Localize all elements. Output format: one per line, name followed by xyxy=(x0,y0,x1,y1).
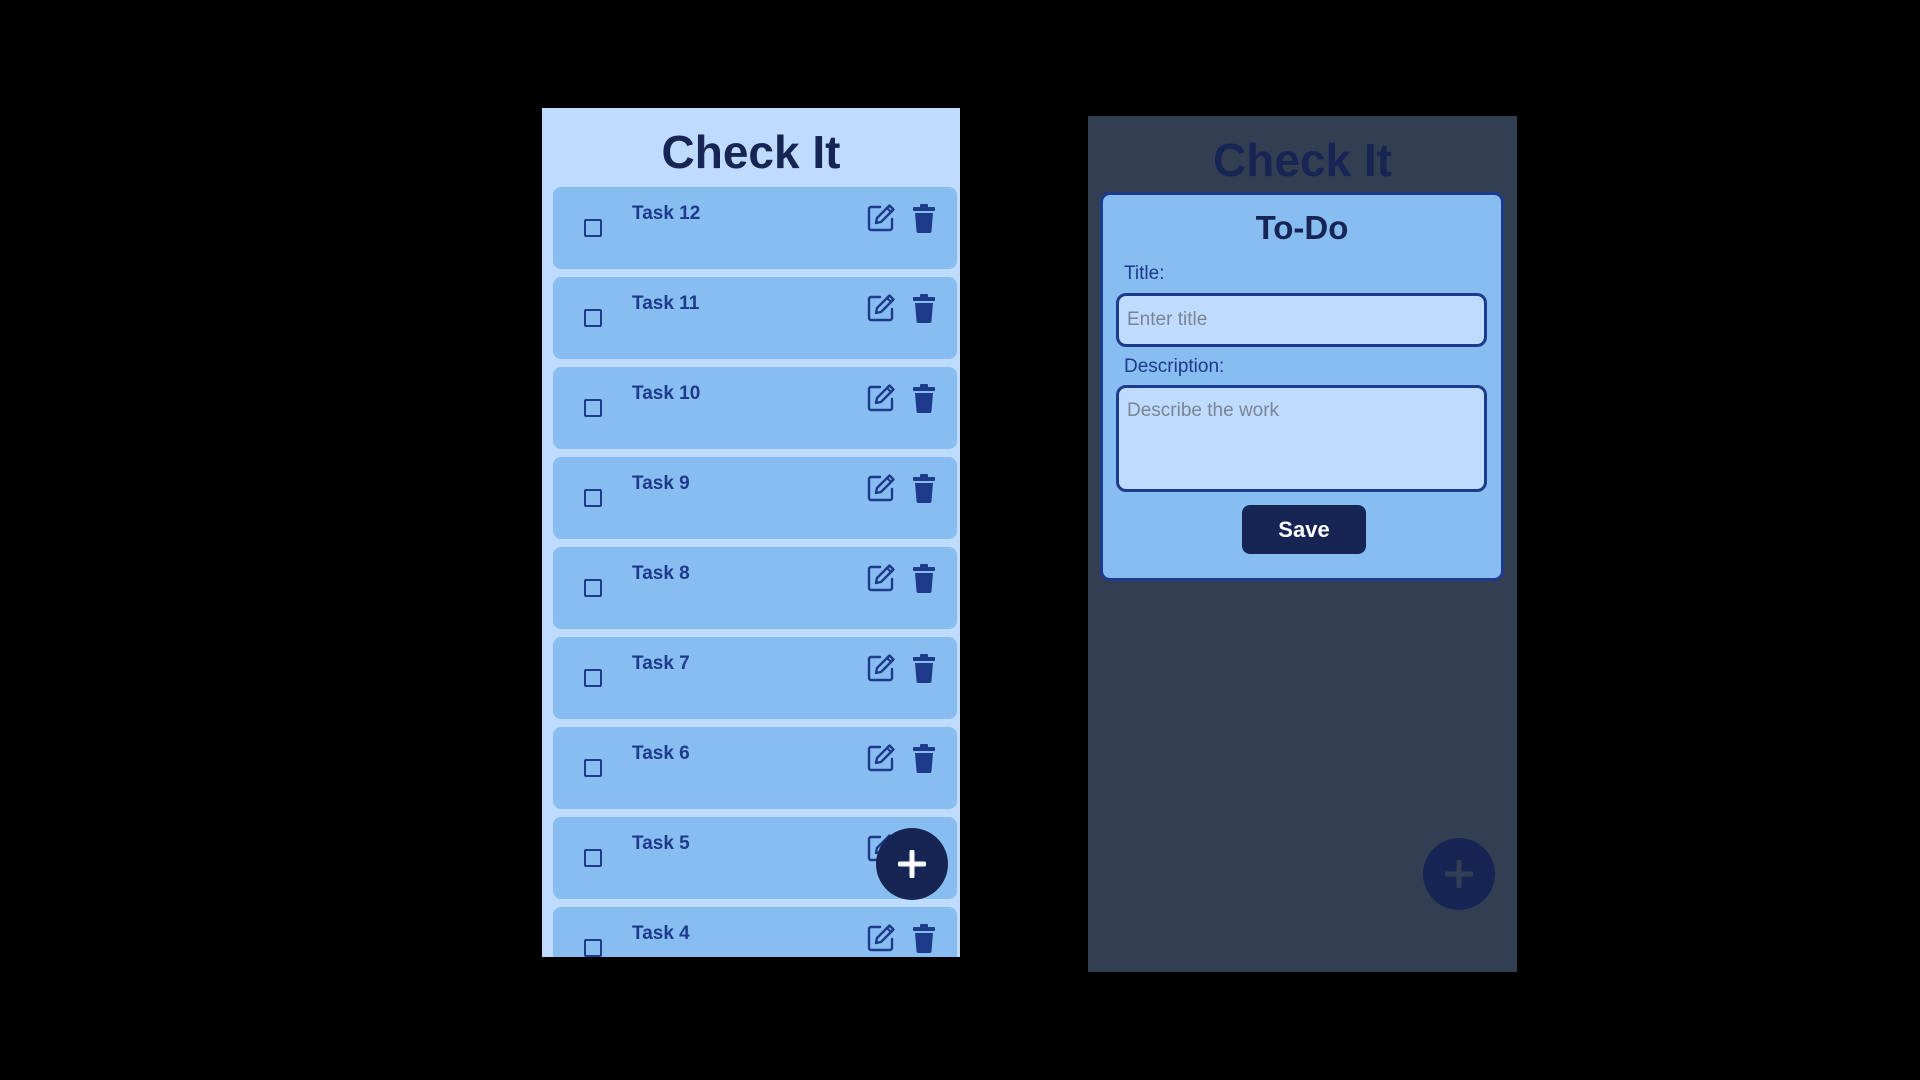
edit-icon[interactable] xyxy=(865,292,897,324)
add-task-button[interactable] xyxy=(1423,838,1495,910)
app-title: Check It xyxy=(661,126,841,178)
task-checkbox[interactable] xyxy=(584,309,602,327)
edit-icon[interactable] xyxy=(865,652,897,684)
task-title: Task 6 xyxy=(632,743,690,764)
edit-icon[interactable] xyxy=(865,562,897,594)
stage: Check It Task 12 Task 11 Task 10 Task 9 … xyxy=(0,0,1920,1080)
add-task-button[interactable] xyxy=(876,828,948,900)
trash-icon[interactable] xyxy=(913,743,935,773)
task-card[interactable]: Task 9 xyxy=(553,457,957,539)
description-input[interactable] xyxy=(1116,385,1487,492)
task-card[interactable]: Task 11 xyxy=(553,277,957,359)
modal-title: To-Do xyxy=(1255,209,1349,246)
task-checkbox[interactable] xyxy=(584,399,602,417)
edit-icon[interactable] xyxy=(865,382,897,414)
task-list-screen: Check It Task 12 Task 11 Task 10 Task 9 … xyxy=(542,108,960,957)
task-card[interactable]: Task 7 xyxy=(553,637,957,719)
task-title: Task 10 xyxy=(632,383,701,404)
trash-icon[interactable] xyxy=(913,473,935,503)
edit-icon[interactable] xyxy=(865,742,897,774)
plus-icon xyxy=(1445,860,1473,888)
save-button[interactable]: Save xyxy=(1242,505,1366,554)
task-title: Task 9 xyxy=(632,473,690,494)
task-title: Task 11 xyxy=(632,293,700,314)
task-checkbox[interactable] xyxy=(584,939,602,957)
edit-icon[interactable] xyxy=(865,922,897,954)
task-title: Task 7 xyxy=(632,653,690,674)
task-title: Task 12 xyxy=(632,203,701,224)
task-checkbox[interactable] xyxy=(584,219,602,237)
task-card[interactable]: Task 10 xyxy=(553,367,957,449)
task-checkbox[interactable] xyxy=(584,579,602,597)
description-label: Description: xyxy=(1124,356,1225,377)
task-checkbox[interactable] xyxy=(584,759,602,777)
trash-icon[interactable] xyxy=(913,203,935,233)
task-checkbox[interactable] xyxy=(584,849,602,867)
task-card[interactable]: Task 8 xyxy=(553,547,957,629)
trash-icon[interactable] xyxy=(913,383,935,413)
task-card[interactable]: Task 6 xyxy=(553,727,957,809)
trash-icon[interactable] xyxy=(913,563,935,593)
app-title: Check It xyxy=(1213,134,1392,186)
edit-icon[interactable] xyxy=(865,472,897,504)
task-title: Task 5 xyxy=(632,833,690,854)
task-card[interactable]: Task 4 xyxy=(553,907,957,957)
task-checkbox[interactable] xyxy=(584,489,602,507)
trash-icon[interactable] xyxy=(913,653,935,683)
task-checkbox[interactable] xyxy=(584,669,602,687)
add-task-screen: Check It To-Do Title: Description: Save xyxy=(1088,116,1517,972)
task-title: Task 8 xyxy=(632,563,690,584)
task-title: Task 4 xyxy=(632,923,690,944)
plus-icon xyxy=(898,850,926,878)
task-card[interactable]: Task 12 xyxy=(553,187,957,269)
title-label: Title: xyxy=(1124,263,1165,284)
todo-modal: To-Do Title: Description: Save xyxy=(1100,192,1504,581)
trash-icon[interactable] xyxy=(913,293,935,323)
edit-icon[interactable] xyxy=(865,202,897,234)
title-input[interactable] xyxy=(1116,293,1487,347)
trash-icon[interactable] xyxy=(913,923,935,953)
